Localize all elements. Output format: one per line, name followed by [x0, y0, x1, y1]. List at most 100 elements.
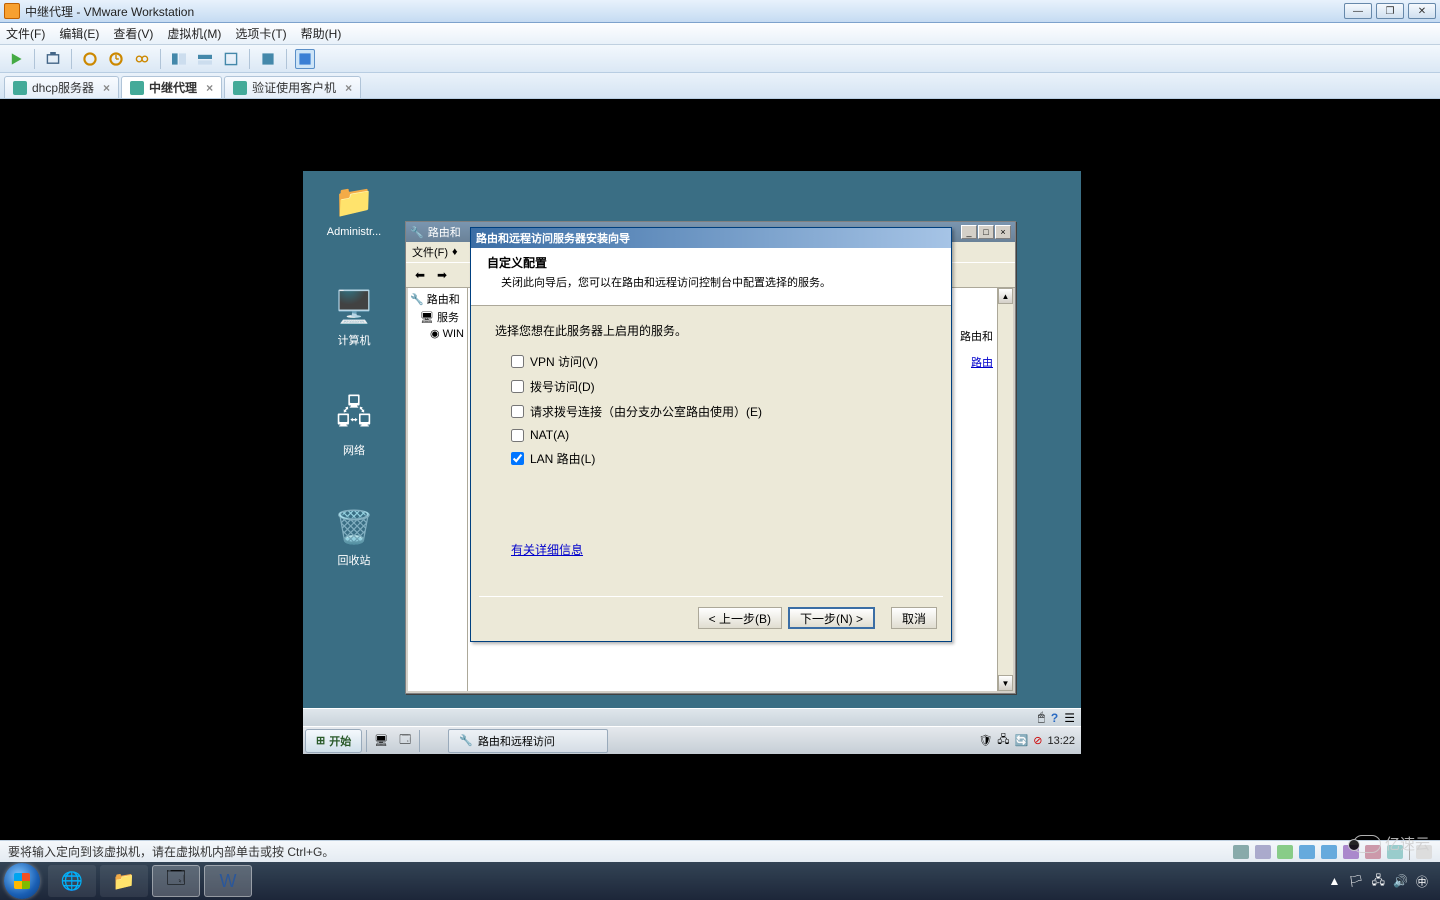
checkbox-vpn[interactable]: [511, 355, 524, 368]
vmware-toolbar: [0, 45, 1440, 73]
wizard-titlebar[interactable]: 路由和远程访问服务器安装向导: [471, 228, 951, 248]
menu-vm[interactable]: 虚拟机(M): [167, 25, 221, 42]
device-network-icon[interactable]: [1299, 845, 1315, 859]
maximize-button[interactable]: ❐: [1376, 3, 1404, 19]
guest-clock[interactable]: 13:22: [1047, 735, 1075, 747]
tray-alert-icon[interactable]: ⊘: [1033, 734, 1042, 747]
checkbox-lan[interactable]: [511, 452, 524, 465]
option-nat[interactable]: NAT(A): [495, 424, 927, 446]
back-button[interactable]: < 上一步(B): [698, 607, 782, 629]
host-task-ie[interactable]: 🌐: [48, 865, 96, 897]
menu-view[interactable]: 查看(V): [113, 25, 153, 42]
view-thumbnail-icon[interactable]: [195, 49, 215, 69]
device-floppy-icon[interactable]: [1277, 845, 1293, 859]
desktop-icon-network[interactable]: 🖧 网络: [319, 395, 389, 458]
close-icon[interactable]: ×: [206, 81, 213, 95]
host-task-word[interactable]: W: [204, 865, 252, 897]
forward-icon[interactable]: ➡: [432, 265, 452, 285]
tray-action-icon[interactable]: 🏳: [1348, 874, 1363, 888]
option-lan[interactable]: LAN 路由(L): [495, 446, 927, 471]
close-button[interactable]: ×: [995, 225, 1011, 239]
power-on-icon[interactable]: [6, 49, 26, 69]
tab-label: 验证使用客户机: [252, 79, 336, 96]
checkbox-demand[interactable]: [511, 405, 524, 418]
fullscreen-icon[interactable]: [258, 49, 278, 69]
content-link[interactable]: 路由: [971, 354, 993, 370]
scroll-up-icon[interactable]: ▲: [998, 288, 1013, 304]
maximize-button[interactable]: □: [978, 225, 994, 239]
close-icon[interactable]: ×: [345, 81, 352, 95]
minimize-button[interactable]: —: [1344, 3, 1372, 19]
option-demand[interactable]: 请求拨号连接（由分支办公室路由使用）(E): [495, 399, 927, 424]
help-icon[interactable]: ?: [1051, 711, 1058, 725]
view-unity-icon[interactable]: [221, 49, 241, 69]
menu-tabs[interactable]: 选项卡(T): [235, 25, 286, 42]
host-task-explorer[interactable]: 📁: [100, 865, 148, 897]
unity-mode-icon[interactable]: [295, 49, 315, 69]
desktop-icon-admin[interactable]: 📁 Administr...: [319, 179, 389, 238]
snapshot-manager-icon[interactable]: [132, 49, 152, 69]
desktop-icon-computer[interactable]: 🖥️ 计算机: [319, 285, 389, 348]
menu-more[interactable]: ♦: [452, 246, 458, 258]
option-dial[interactable]: 拨号访问(D): [495, 374, 927, 399]
view-console-icon[interactable]: [169, 49, 189, 69]
quicklaunch-explorer-icon[interactable]: 🗔: [395, 731, 415, 751]
cloud-icon: [1353, 835, 1381, 853]
cancel-button[interactable]: 取消: [891, 607, 937, 629]
quicklaunch-desktop-icon[interactable]: 🖥: [371, 731, 391, 751]
snapshot-icon[interactable]: [43, 49, 63, 69]
device-network2-icon[interactable]: [1321, 845, 1337, 859]
menu-file[interactable]: 文件(F): [6, 25, 45, 42]
option-vpn[interactable]: VPN 访问(V): [495, 349, 927, 374]
checkbox-dial[interactable]: [511, 380, 524, 393]
start-button[interactable]: ⊞ 开始: [305, 729, 362, 753]
watermark-text: 亿速云: [1385, 833, 1430, 854]
tab-relay[interactable]: 中继代理 ×: [121, 76, 222, 98]
mmc-tree[interactable]: 🔧 路由和 🖥 服务 ◉ WIN: [408, 288, 468, 691]
host-start-button[interactable]: [4, 863, 40, 899]
windows-icon: ⊞: [316, 734, 325, 747]
separator: [419, 730, 420, 752]
tray-security-icon[interactable]: 🛡: [978, 734, 992, 747]
guest-infobar: 🖱 ? ☰: [303, 708, 1081, 726]
tab-dhcp[interactable]: dhcp服务器 ×: [4, 76, 119, 98]
tray-network-icon[interactable]: 🖧: [997, 731, 1009, 750]
menu-edit[interactable]: 编辑(E): [59, 25, 99, 42]
tree-server[interactable]: 🖥 服务: [410, 308, 465, 326]
scroll-down-icon[interactable]: ▼: [998, 675, 1013, 691]
icon-label: 计算机: [319, 332, 389, 348]
guest-desktop[interactable]: 📁 Administr... 🖥️ 计算机 🖧 网络 🗑️ 回收站 🔧 路由和 …: [303, 171, 1081, 754]
scrollbar[interactable]: ▲ ▼: [997, 288, 1013, 691]
checkbox-nat[interactable]: [511, 429, 524, 442]
back-icon[interactable]: ⬅: [410, 265, 430, 285]
tab-client[interactable]: 验证使用客户机 ×: [224, 76, 361, 98]
device-cd-icon[interactable]: [1255, 845, 1271, 859]
tray-network-icon[interactable]: 🖧: [1372, 871, 1385, 892]
tray-volume-icon[interactable]: 🔊: [1393, 874, 1408, 888]
minimize-button[interactable]: _: [961, 225, 977, 239]
menu-file[interactable]: 文件(F): [412, 244, 448, 260]
snapshot-take-icon[interactable]: [80, 49, 100, 69]
wizard-body: 选择您想在此服务器上启用的服务。 VPN 访问(V) 拨号访问(D) 请求拨号连…: [471, 306, 951, 596]
vm-display-area[interactable]: 📁 Administr... 🖥️ 计算机 🖧 网络 🗑️ 回收站 🔧 路由和 …: [0, 99, 1440, 839]
vmware-titlebar: 中继代理 - VMware Workstation — ❐ ✕: [0, 0, 1440, 23]
taskbar-item-rras[interactable]: 🔧 路由和远程访问: [448, 729, 608, 753]
device-hdd-icon[interactable]: [1233, 845, 1249, 859]
tray-update-icon[interactable]: 🔄: [1015, 734, 1029, 747]
more-info-link[interactable]: 有关详细信息: [511, 541, 583, 558]
snapshot-revert-icon[interactable]: [106, 49, 126, 69]
menu-icon[interactable]: ☰: [1064, 711, 1075, 725]
tree-win[interactable]: ◉ WIN: [410, 326, 465, 341]
next-button[interactable]: 下一步(N) >: [788, 607, 875, 629]
info-icon[interactable]: 🖱: [1038, 710, 1045, 725]
tray-up-icon[interactable]: ▲: [1329, 874, 1341, 888]
host-task-vmware[interactable]: 🗔: [152, 865, 200, 897]
wizard-prompt: 选择您想在此服务器上启用的服务。: [495, 322, 927, 339]
tray-ime-icon[interactable]: ㊥: [1416, 873, 1428, 890]
menu-help[interactable]: 帮助(H): [301, 25, 342, 42]
desktop-icon-recycle[interactable]: 🗑️ 回收站: [319, 505, 389, 568]
close-icon[interactable]: ×: [103, 81, 110, 95]
tree-root[interactable]: 🔧 路由和: [410, 290, 465, 308]
watermark: 亿速云: [1353, 833, 1430, 854]
close-button[interactable]: ✕: [1408, 3, 1436, 19]
